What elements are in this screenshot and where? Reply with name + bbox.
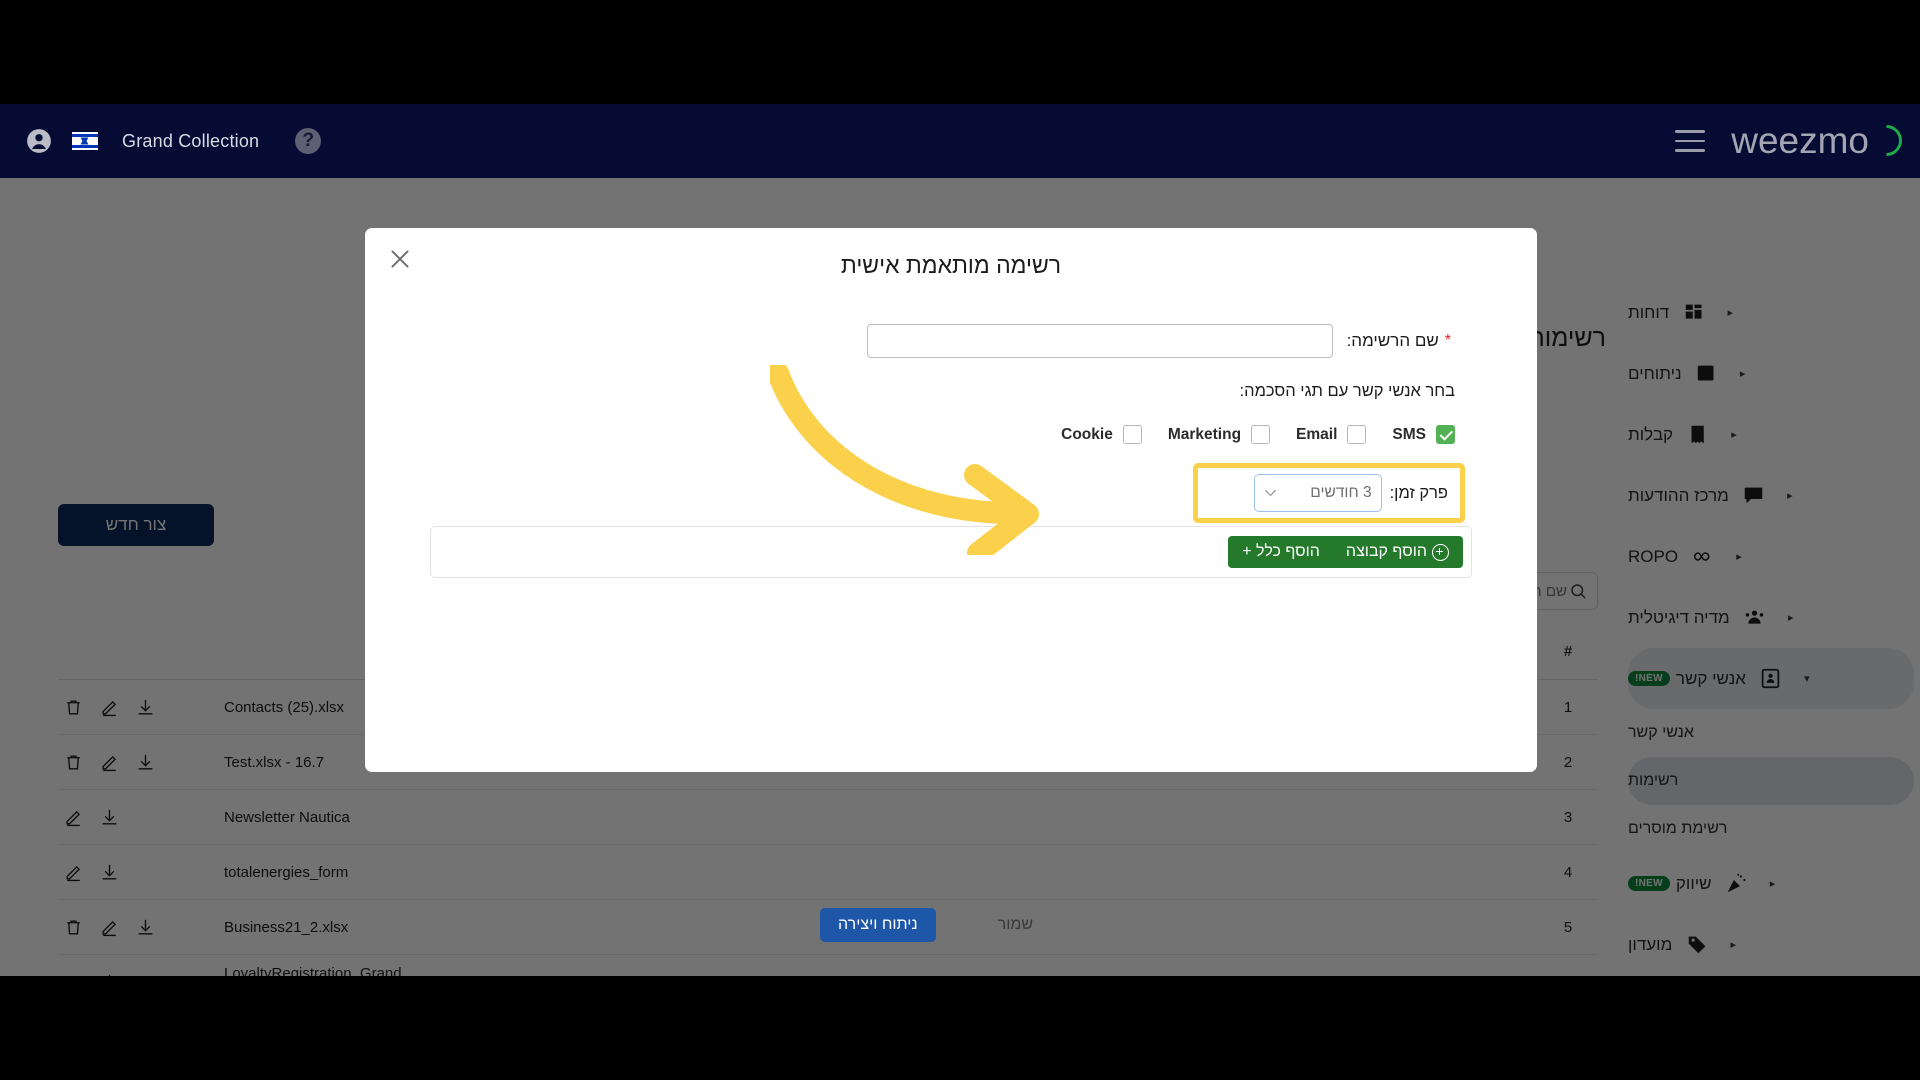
letterbox-top: [0, 0, 1920, 104]
question-mark-icon[interactable]: ?: [295, 128, 322, 154]
weezmo-logo: weezmo: [1731, 118, 1909, 162]
list-name-field-row: * שם הרשימה:: [866, 324, 1455, 358]
period-select[interactable]: 3 חודשים: [1253, 474, 1382, 512]
consent-checkbox-group: SMS Email Marketing Cookie: [1035, 425, 1455, 444]
consent-option-cookie[interactable]: Cookie: [1061, 425, 1142, 444]
checkbox-cookie[interactable]: [1122, 425, 1142, 444]
checkbox-label-cookie: Cookie: [1061, 425, 1113, 443]
top-header-bar: Grand Collection ? weezmo: [0, 104, 1920, 178]
checkbox-label-email: Email: [1296, 425, 1338, 443]
period-highlight-box: פרק זמן: 3 חודשים: [1193, 463, 1465, 523]
plus-circle-icon: [1432, 543, 1449, 561]
consent-option-marketing[interactable]: Marketing: [1167, 425, 1271, 444]
account-circle-icon[interactable]: [16, 104, 62, 178]
period-select-value: 3 חודשים: [1310, 484, 1372, 501]
header-left-group: Grand Collection ?: [0, 104, 322, 178]
application-window: רשימות צור חדש # 1Conta: [0, 104, 1920, 976]
checkbox-email[interactable]: [1347, 425, 1367, 444]
add-rule-label: הוסף כלל +: [1242, 543, 1320, 560]
logo-arc-icon: [1864, 118, 1909, 162]
consent-option-sms[interactable]: SMS: [1392, 425, 1455, 444]
israel-flag-icon[interactable]: [62, 104, 108, 178]
checkbox-label-sms: SMS: [1392, 425, 1426, 443]
save-button[interactable]: שמור: [992, 915, 1039, 935]
checkbox-marketing[interactable]: [1251, 425, 1271, 444]
add-group-label: הוסף קבוצה: [1345, 543, 1427, 560]
hamburger-menu-icon[interactable]: [1675, 130, 1706, 152]
letterbox-bottom: [0, 976, 1920, 1080]
modal-footer: ניתוח ויצירה שמור: [820, 908, 1039, 942]
consent-tags-label: בחר אנשי קשר עם תגי הסכמה:: [1239, 382, 1455, 400]
checkbox-label-marketing: Marketing: [1167, 425, 1242, 443]
add-rule-group-buttons[interactable]: הוסף כלל + הוסף קבוצה: [1228, 536, 1463, 568]
list-name-input[interactable]: [866, 324, 1333, 358]
checkbox-sms[interactable]: [1436, 425, 1455, 444]
modal-title: רשימה מותאמת אישית: [840, 252, 1062, 278]
consent-option-email[interactable]: Email: [1296, 425, 1367, 444]
header-right-group: weezmo: [1675, 104, 1909, 178]
custom-list-modal: רשימה מותאמת אישית * שם הרשימה: בחר אנשי…: [365, 228, 1537, 942]
analyze-and-create-button[interactable]: ניתוח ויצירה: [820, 908, 936, 942]
logo-text: weezmo: [1731, 120, 1869, 161]
required-asterisk: *: [1444, 332, 1451, 349]
brand-name: Grand Collection: [122, 130, 260, 151]
list-name-label: שם הרשימה:: [1346, 331, 1439, 350]
rules-container: הוסף כלל + הוסף קבוצה: [430, 526, 1472, 578]
period-label: פרק זמן:: [1389, 483, 1448, 502]
chevron-down-icon: [1264, 489, 1276, 497]
